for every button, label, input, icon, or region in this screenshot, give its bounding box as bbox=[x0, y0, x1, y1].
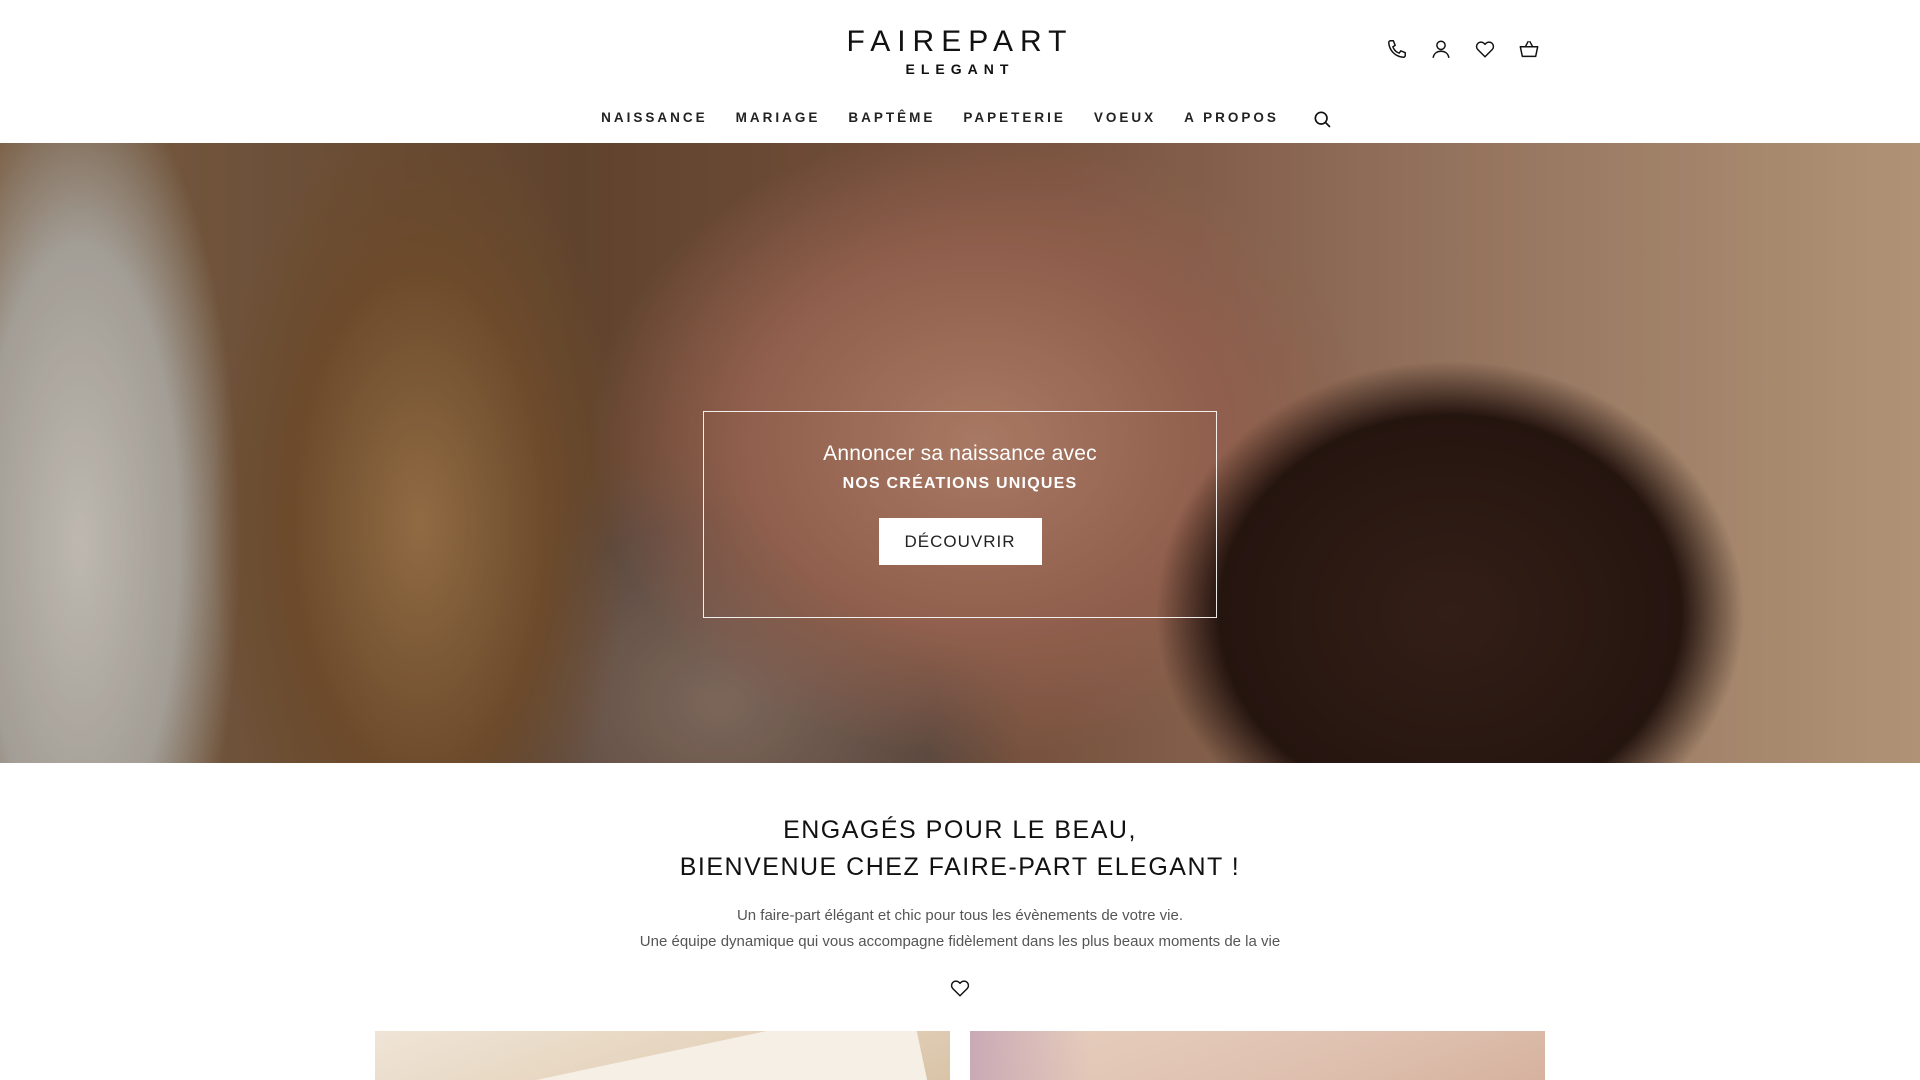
welcome-text-line2: Une équipe dynamique qui vous accompagne… bbox=[639, 933, 1281, 950]
main-nav: NAISSANCE MARIAGE BAPTÊME PAPETERIE VOEU… bbox=[0, 104, 1920, 130]
welcome-section: ENGAGÉS POUR LE BEAU, BIENVENUE CHEZ FAI… bbox=[0, 812, 1920, 999]
logo-main-text: FAIREPART bbox=[846, 25, 1074, 58]
nav-item-mariage[interactable]: MARIAGE bbox=[736, 110, 821, 125]
welcome-title-line2: BIENVENUE CHEZ FAIRE-PART ELEGANT ! bbox=[679, 853, 1241, 881]
heart-divider-icon bbox=[949, 977, 971, 999]
hero-subtitle: Annoncer sa naissance avec bbox=[823, 442, 1097, 465]
nav-item-naissance[interactable]: NAISSANCE bbox=[601, 110, 708, 125]
site-logo[interactable]: FAIREPART ELEGANT bbox=[830, 25, 1090, 78]
nav-item-papeterie[interactable]: PAPETERIE bbox=[963, 110, 1066, 125]
user-icon[interactable] bbox=[1428, 36, 1454, 62]
site-header: FAIREPART ELEGANT NAISSANCE MARIAGE BAPT… bbox=[0, 0, 1920, 143]
basket-icon[interactable] bbox=[1516, 36, 1542, 62]
discover-button[interactable]: DÉCOUVRIR bbox=[878, 518, 1042, 565]
heart-icon[interactable] bbox=[1472, 36, 1498, 62]
logo-sub-text: ELEGANT bbox=[905, 61, 1015, 77]
category-card-image[interactable] bbox=[375, 1031, 950, 1080]
welcome-title-line1: ENGAGÉS POUR LE BEAU, bbox=[783, 816, 1137, 844]
nav-item-bapteme[interactable]: BAPTÊME bbox=[848, 110, 935, 125]
category-cards bbox=[375, 1031, 1545, 1080]
welcome-text-line1: Un faire-part élégant et chic pour tous … bbox=[736, 907, 1184, 924]
hero-title: NOS CRÉATIONS UNIQUES bbox=[842, 475, 1078, 492]
search-icon[interactable] bbox=[1311, 108, 1333, 130]
welcome-text: Un faire-part élégant et chic pour tous … bbox=[0, 903, 1920, 955]
phone-icon[interactable] bbox=[1384, 36, 1410, 62]
nav-item-voeux[interactable]: VOEUX bbox=[1094, 110, 1156, 125]
hero-banner: Annoncer sa naissance avec NOS CRÉATIONS… bbox=[0, 143, 1920, 763]
category-card-image[interactable] bbox=[970, 1031, 1545, 1080]
header-icons bbox=[1384, 36, 1542, 62]
hero-callout: Annoncer sa naissance avec NOS CRÉATIONS… bbox=[703, 411, 1217, 618]
welcome-title: ENGAGÉS POUR LE BEAU, BIENVENUE CHEZ FAI… bbox=[0, 812, 1920, 886]
nav-item-a-propos[interactable]: A PROPOS bbox=[1184, 110, 1279, 125]
